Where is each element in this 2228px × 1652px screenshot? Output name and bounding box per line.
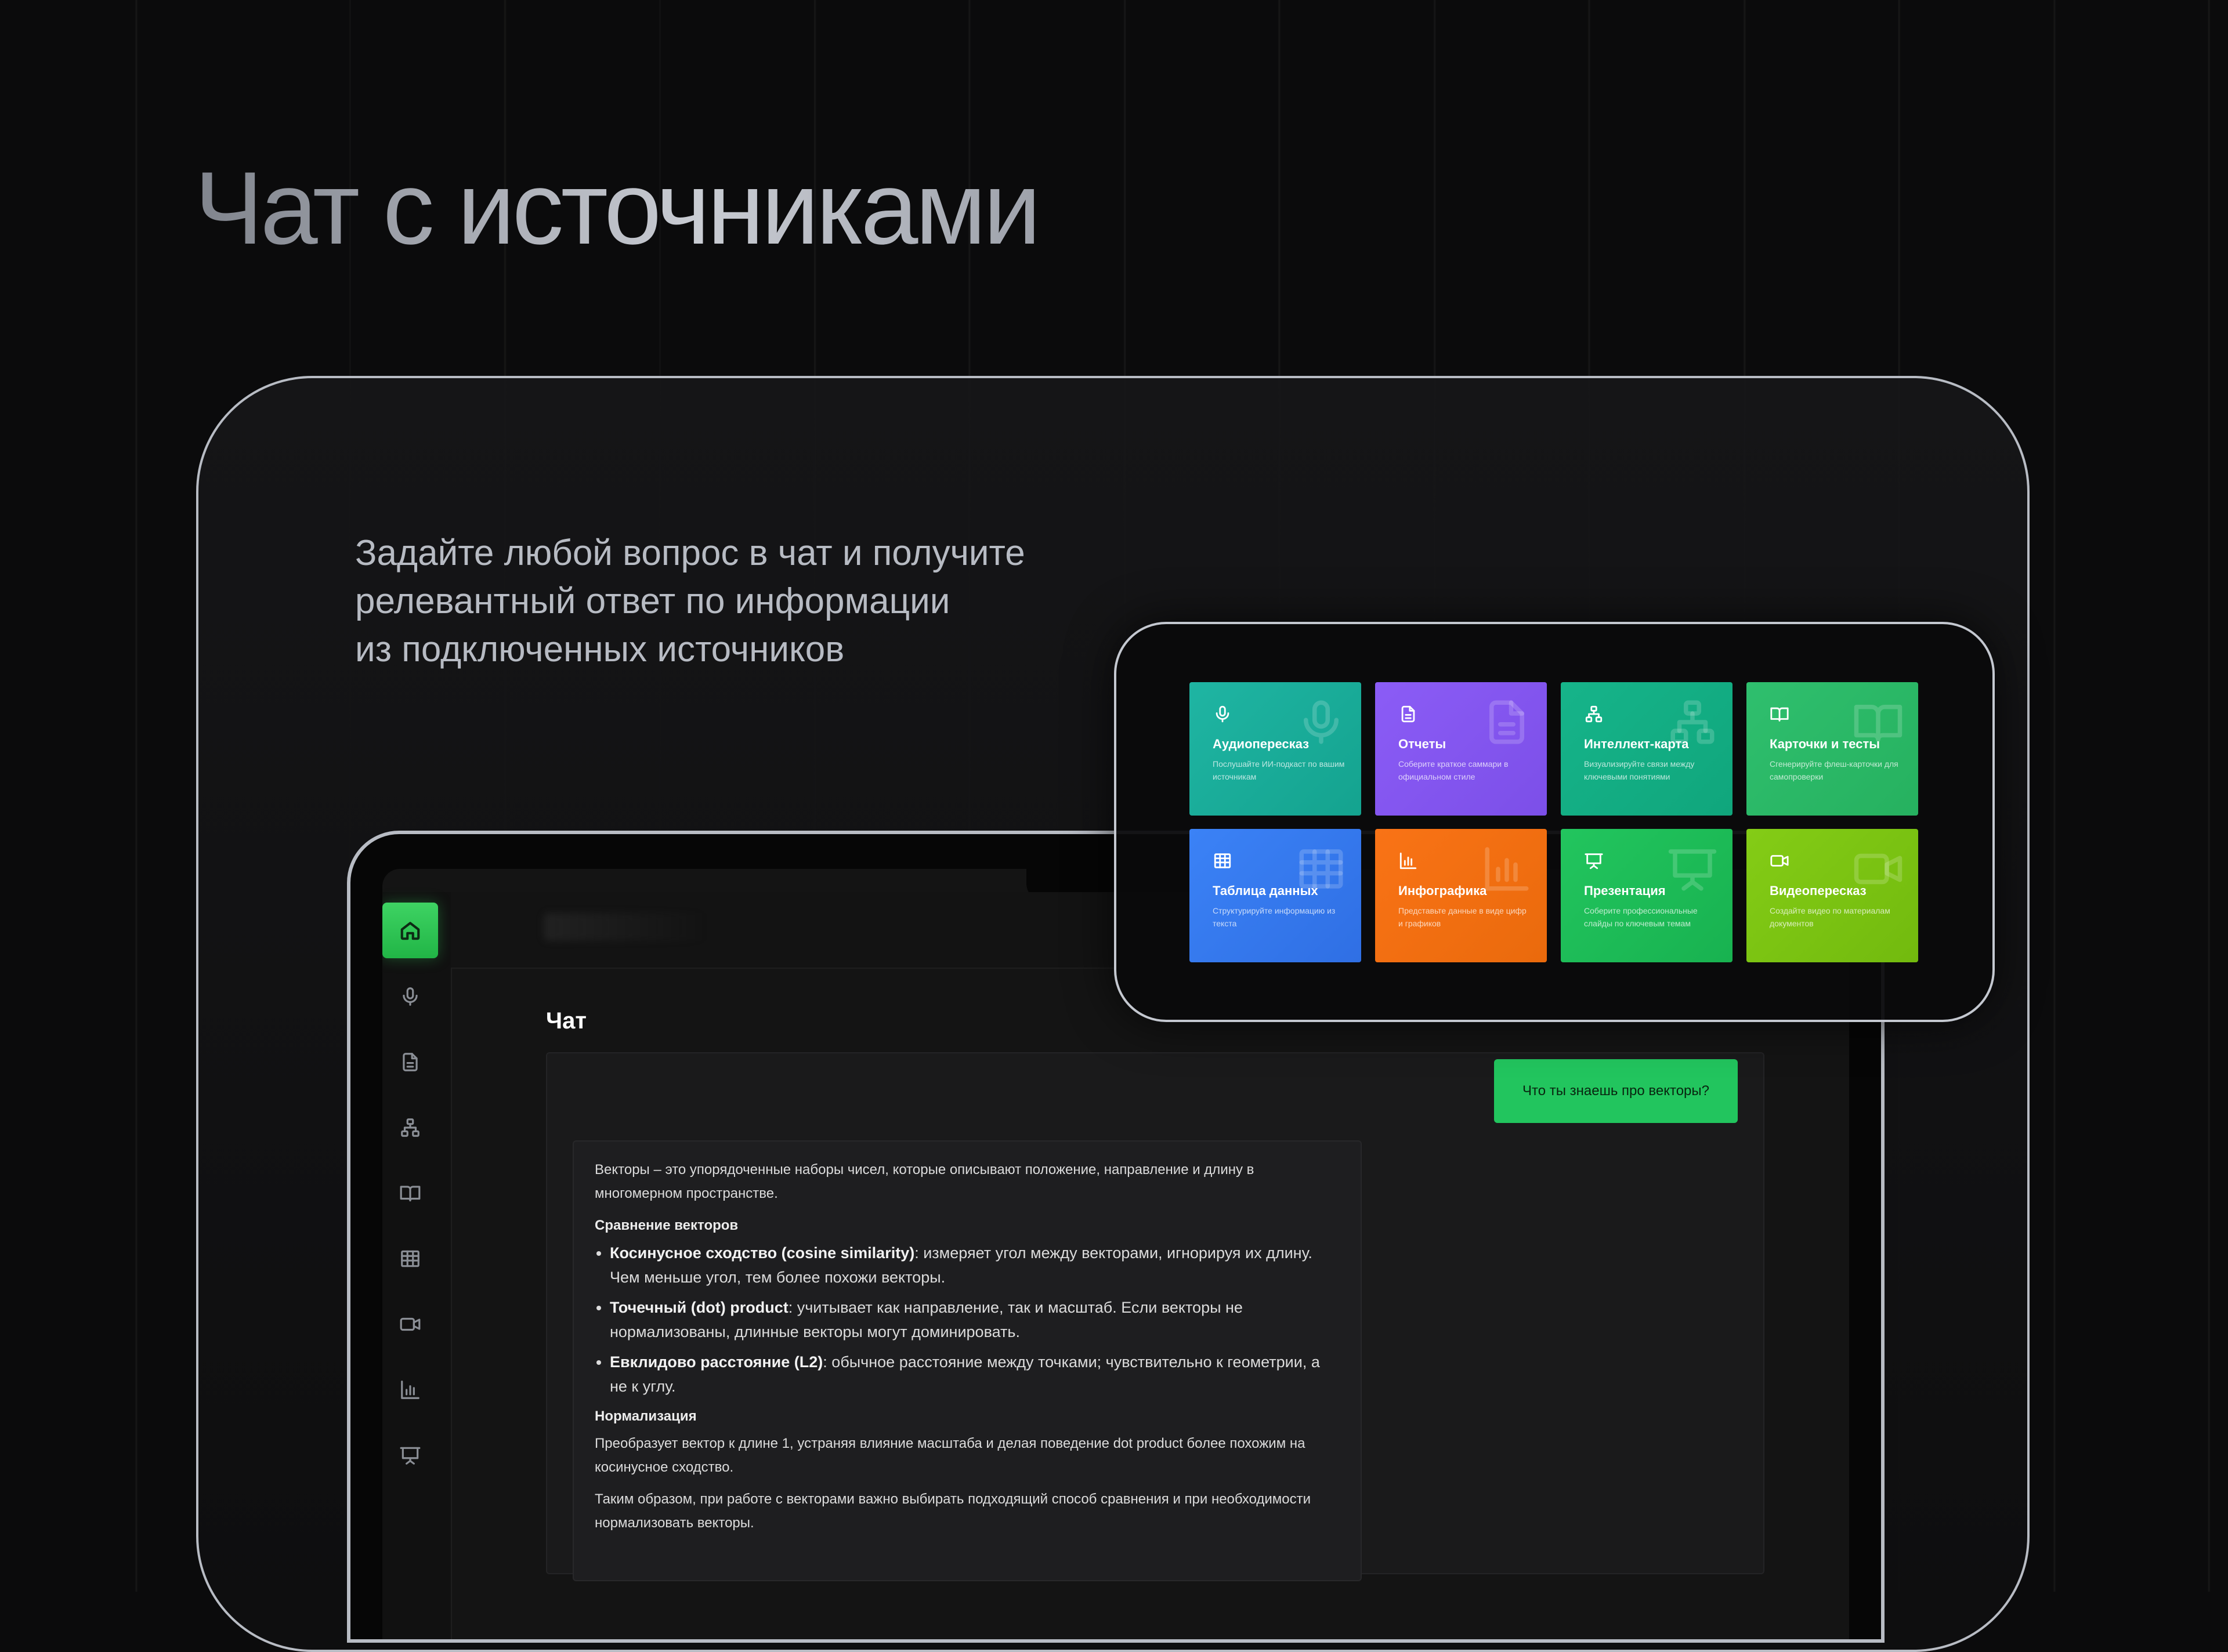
feature-card-description: Визуализируйте связи между ключевыми пон… xyxy=(1584,759,1695,781)
book-icon xyxy=(400,1186,421,1202)
answer-paragraph: Преобразует вектор к длине 1, устраняя в… xyxy=(595,1436,1305,1475)
presentation-icon xyxy=(1668,849,1717,891)
list-item: Точечный (dot) product: учитывает как на… xyxy=(610,1295,1340,1344)
feature-card-description: Создайте видео по материалам документов xyxy=(1770,906,1890,928)
subtitle-line: релевантный ответ по информации xyxy=(355,581,950,621)
user-message: Что ты знаешь про векторы? xyxy=(1494,1059,1738,1123)
presentation-icon xyxy=(400,1447,421,1465)
chat-panel[interactable]: Что ты знаешь про векторы? Векторы – это… xyxy=(546,1052,1764,1581)
sidebar-item-presentation[interactable] xyxy=(382,1428,438,1483)
feature-card-flashcards[interactable]: Карточки и тесты Сгенерируйте флеш-карточ… xyxy=(1746,682,1918,816)
video-icon xyxy=(1854,853,1903,885)
feature-card-description: Послушайте ИИ-подкаст по вашим источника… xyxy=(1213,759,1345,781)
table-icon xyxy=(401,1250,419,1267)
book-icon xyxy=(1854,705,1903,742)
answer-conclusion: Таким образом, при работе с векторами ва… xyxy=(595,1491,1311,1531)
document-icon xyxy=(1489,700,1524,744)
feature-card-description: Соберите профессиональные слайды по ключ… xyxy=(1584,906,1698,928)
home-icon xyxy=(400,922,420,940)
page-title: Чат с источниками xyxy=(194,150,1041,266)
feature-card-description: Структурируйте информацию из текста xyxy=(1213,906,1336,928)
document-icon xyxy=(1401,705,1415,723)
sidebar-item-video[interactable] xyxy=(382,1296,438,1352)
feature-card-video[interactable]: Видеопересказ Создайте видео по материала… xyxy=(1746,829,1918,962)
video-icon xyxy=(400,1317,421,1331)
answer-intro: Векторы – это упорядоченные наборы чисел… xyxy=(595,1162,1254,1201)
sidebar-item-audio[interactable] xyxy=(382,969,438,1024)
feature-card-mindmap[interactable]: Интеллект-карта Визуализируйте связи межд… xyxy=(1561,682,1733,816)
sidebar-item-table[interactable] xyxy=(382,1231,438,1287)
document-icon xyxy=(403,1053,418,1071)
bullet-term: Точечный (dot) product xyxy=(610,1299,789,1316)
feature-card-table[interactable]: Таблица данных Структурируйте информацию … xyxy=(1189,829,1361,962)
list-item: Косинусное сходство (cosine similarity):… xyxy=(610,1241,1340,1289)
feature-card-presentation[interactable]: Презентация Соберите профессиональные сла… xyxy=(1561,829,1733,962)
table-icon xyxy=(1214,853,1231,868)
answer-bullets: Косинусное сходство (cosine similarity):… xyxy=(595,1241,1340,1399)
subtitle-line: из подключенных источников xyxy=(355,629,845,669)
hero-subtitle: Задайте любой вопрос в чат и получите ре… xyxy=(355,529,1109,673)
blurred-header-item xyxy=(544,913,706,941)
feature-card-description: Представьте данные в виде цифр и графико… xyxy=(1398,906,1527,928)
sidebar-item-home[interactable] xyxy=(382,903,438,958)
answer-section-title: Сравнение векторов xyxy=(595,1218,739,1233)
bullet-term: Евклидово расстояние (L2) xyxy=(610,1353,823,1371)
feature-card-description: Сгенерируйте флеш-карточки для самопрове… xyxy=(1770,759,1898,781)
assistant-message: Векторы – это упорядоченные наборы чисел… xyxy=(573,1140,1362,1581)
feature-card-infographic[interactable]: Инфографика Представьте данные в виде циф… xyxy=(1375,829,1547,962)
list-item: Евклидово расстояние (L2): обычное расст… xyxy=(610,1350,1340,1399)
presentation-icon xyxy=(1585,853,1603,870)
sidebar-item-reports[interactable] xyxy=(382,1034,438,1090)
sidebar-item-infographic[interactable] xyxy=(382,1362,438,1418)
feature-card-audio[interactable]: Аудиопересказ Послушайте ИИ-подкаст по ва… xyxy=(1189,682,1361,816)
mindmap-icon xyxy=(401,1118,419,1137)
answer-section-title: Нормализация xyxy=(595,1408,697,1424)
microphone-icon xyxy=(1304,700,1339,744)
bar-chart-icon xyxy=(1485,847,1529,891)
sidebar-item-mindmap[interactable] xyxy=(382,1100,438,1155)
video-icon xyxy=(1770,855,1789,867)
mindmap-icon xyxy=(1585,705,1603,723)
bar-chart-icon xyxy=(1399,852,1417,870)
bar-chart-icon xyxy=(401,1381,419,1399)
mindmap-icon xyxy=(1670,700,1715,744)
sidebar-item-flashcards[interactable] xyxy=(382,1165,438,1221)
bullet-term: Косинусное сходство (cosine similarity) xyxy=(610,1244,915,1262)
book-icon xyxy=(1770,707,1789,722)
microphone-icon xyxy=(403,987,418,1006)
subtitle-line: Задайте любой вопрос в чат и получите xyxy=(355,533,1025,573)
table-icon xyxy=(1299,849,1343,889)
feature-card-description: Соберите краткое саммари в официальном с… xyxy=(1398,759,1509,781)
sidebar xyxy=(382,892,452,1639)
microphone-icon xyxy=(1216,705,1229,723)
feature-card-reports[interactable]: Отчеты Соберите краткое саммари в официал… xyxy=(1375,682,1547,816)
feature-panel: Аудиопересказ Послушайте ИИ-подкаст по ва… xyxy=(1114,622,1995,1022)
chat-title: Чат xyxy=(546,1008,587,1034)
